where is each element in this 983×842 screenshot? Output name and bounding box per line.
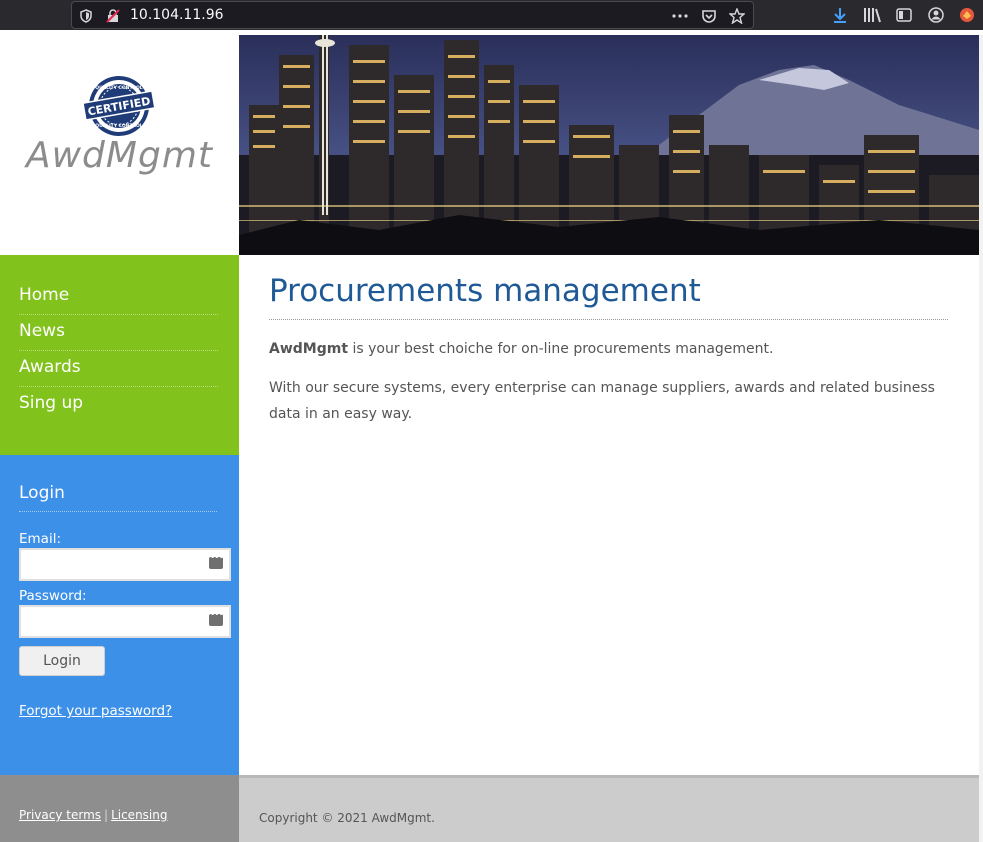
url-text[interactable]: 10.104.11.96 xyxy=(130,7,224,23)
account-icon[interactable] xyxy=(927,6,945,24)
description-paragraph: With our secure systems, every enterpris… xyxy=(269,380,935,422)
downloads-icon[interactable] xyxy=(831,6,849,24)
login-button[interactable]: Login xyxy=(19,646,105,676)
sidebar-icon[interactable] xyxy=(895,6,913,24)
main-footer: Copyright © 2021 AwdMgmt. xyxy=(239,775,979,842)
page-edge xyxy=(979,35,983,842)
nav-item-home[interactable]: Home xyxy=(19,279,218,315)
email-field-wrapper xyxy=(19,548,231,581)
page-title: Procurements management xyxy=(269,273,948,320)
left-footer: Privacy terms | Licensing xyxy=(0,775,239,842)
main-navigation: Home News Awards Sing up xyxy=(0,255,239,455)
nav-item-sign-up[interactable]: Sing up xyxy=(19,387,218,422)
main-content: Procurements management AwdMgmt is your … xyxy=(239,255,979,775)
nav-item-news[interactable]: News xyxy=(19,315,218,351)
forgot-password-link[interactable]: Forgot your password? xyxy=(19,703,172,719)
seal-top-text: QUALITY CONTROL xyxy=(95,85,143,91)
password-manager-icon[interactable] xyxy=(209,553,223,569)
more-actions-icon[interactable] xyxy=(672,8,688,24)
seal-bottom-text: QUALITY CONTROL xyxy=(95,123,143,129)
email-field[interactable] xyxy=(19,548,231,581)
intro-paragraph: AwdMgmt is your best choiche for on-line… xyxy=(269,336,949,362)
shield-icon[interactable] xyxy=(78,8,94,24)
password-label: Password: xyxy=(19,588,87,604)
privacy-terms-link[interactable]: Privacy terms xyxy=(19,808,101,822)
intro-brand: AwdMgmt xyxy=(269,341,349,357)
password-field[interactable] xyxy=(19,605,231,638)
browser-toolbar: 10.104.11.96 xyxy=(0,0,983,30)
licensing-link[interactable]: Licensing xyxy=(111,808,167,822)
password-field-wrapper xyxy=(19,605,231,638)
header-banner-image xyxy=(239,35,979,255)
password-manager-icon[interactable] xyxy=(209,610,223,626)
site-logo-text: AwdMgmt xyxy=(25,135,214,176)
logo-area[interactable]: CERTIFIED QUALITY CONTROL QUALITY CONTRO… xyxy=(0,35,239,255)
city-skyline-image xyxy=(239,35,979,255)
copyright-text: Copyright © 2021 AwdMgmt. xyxy=(259,811,435,825)
pocket-icon[interactable] xyxy=(701,8,717,24)
login-title: Login xyxy=(19,483,217,512)
nav-item-awards[interactable]: Awards xyxy=(19,351,218,387)
extension-icon[interactable] xyxy=(958,6,976,24)
library-icon[interactable] xyxy=(863,6,881,24)
intro-text: is your best choiche for on-line procure… xyxy=(348,341,774,357)
certified-seal-logo: CERTIFIED QUALITY CONTROL QUALITY CONTRO… xyxy=(84,76,154,136)
insecure-lock-icon[interactable] xyxy=(105,8,121,24)
address-bar[interactable]: 10.104.11.96 xyxy=(71,1,754,29)
footer-separator: | xyxy=(104,808,109,822)
login-panel: Login Email: Password: Login Forgot your… xyxy=(0,455,239,775)
left-column: CERTIFIED QUALITY CONTROL QUALITY CONTRO… xyxy=(0,35,239,842)
email-label: Email: xyxy=(19,531,62,547)
bookmark-star-icon[interactable] xyxy=(729,8,745,24)
